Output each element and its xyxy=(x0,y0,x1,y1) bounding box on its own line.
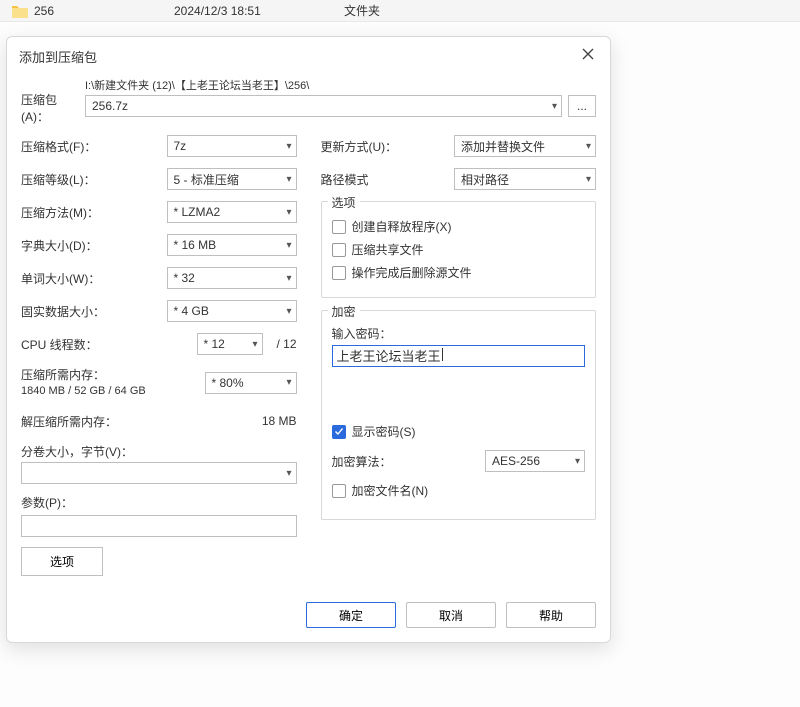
password-input[interactable]: 上老王论坛当老王 xyxy=(332,345,586,367)
chevron-down-icon: ▾ xyxy=(286,306,291,317)
split-combo[interactable]: ▾ xyxy=(21,462,297,484)
encryption-fieldset: 加密 输入密码： 上老王论坛当老王 显示密码(S) 加密算法： AES-256▾ xyxy=(321,310,597,520)
threads-label: CPU 线程数： xyxy=(21,336,197,353)
dialog-title: 添加到压缩包 xyxy=(19,47,97,66)
mem-compress-values: 1840 MB / 52 GB / 64 GB xyxy=(21,383,146,399)
solid-label: 固实数据大小： xyxy=(21,303,167,320)
delete-after-checkbox[interactable] xyxy=(332,266,346,280)
show-password-label: 显示密码(S) xyxy=(352,423,416,440)
file-date: 2024/12/3 18:51 xyxy=(174,4,344,18)
titlebar: 添加到压缩包 xyxy=(7,37,610,73)
dict-value: * 16 MB xyxy=(174,238,217,252)
shared-checkbox[interactable] xyxy=(332,243,346,257)
pathmode-combo[interactable]: 相对路径 ▾ xyxy=(454,168,596,190)
params-input[interactable] xyxy=(21,515,297,537)
delete-after-label: 操作完成后删除源文件 xyxy=(352,264,472,281)
browse-button[interactable]: ... xyxy=(568,95,596,117)
solid-value: * 4 GB xyxy=(174,304,209,318)
mem-percent-value: * 80% xyxy=(212,376,244,390)
help-button[interactable]: 帮助 xyxy=(506,602,596,628)
level-combo[interactable]: 5 - 标准压缩 ▾ xyxy=(167,168,297,190)
mem-decompress-value: 18 MB xyxy=(262,414,297,428)
options-legend: 选项 xyxy=(328,194,360,211)
method-combo[interactable]: * LZMA2 ▾ xyxy=(167,201,297,223)
chevron-down-icon: ▾ xyxy=(552,101,557,112)
mem-compress-label: 压缩所需内存： xyxy=(21,366,146,383)
dict-label: 字典大小(D)： xyxy=(21,237,167,254)
add-to-archive-dialog: 添加到压缩包 压缩包(A)： I:\新建文件夹 (12)\【上老王论坛当老王】\… xyxy=(6,36,611,643)
method-value: * LZMA2 xyxy=(174,205,221,219)
chevron-down-icon: ▾ xyxy=(286,273,291,284)
enc-alg-label: 加密算法： xyxy=(332,453,392,470)
word-combo[interactable]: * 32 ▾ xyxy=(167,267,297,289)
shared-label: 压缩共享文件 xyxy=(352,241,424,258)
cancel-button[interactable]: 取消 xyxy=(406,602,496,628)
file-name: 256 xyxy=(34,4,174,18)
chevron-down-icon: ▾ xyxy=(286,377,291,388)
left-column: 压缩格式(F)： 7z ▾ 压缩等级(L)： 5 - 标准压缩 ▾ 压缩方法(M)：… xyxy=(21,135,297,576)
threads-value: * 12 xyxy=(204,337,225,351)
threads-combo[interactable]: * 12 ▾ xyxy=(197,333,263,355)
options-fieldset: 选项 创建自释放程序(X) 压缩共享文件 操作完成后删除源文件 xyxy=(321,201,597,298)
archive-label: 压缩包(A)： xyxy=(21,77,77,125)
file-list-row[interactable]: 256 2024/12/3 18:51 文件夹 xyxy=(0,0,800,22)
split-label: 分卷大小，字节(V)： xyxy=(21,443,297,460)
chevron-down-icon: ▾ xyxy=(586,174,591,185)
word-value: * 32 xyxy=(174,271,195,285)
chevron-down-icon: ▾ xyxy=(252,339,257,350)
archive-path: I:\新建文件夹 (12)\【上老王论坛当老王】\256\ xyxy=(85,77,596,93)
update-value: 添加并替换文件 xyxy=(461,138,545,155)
encryption-legend: 加密 xyxy=(328,303,360,320)
format-label: 压缩格式(F)： xyxy=(21,138,167,155)
archive-name-combo[interactable]: 256.7z ▾ xyxy=(85,95,562,117)
solid-combo[interactable]: * 4 GB ▾ xyxy=(167,300,297,322)
ok-button[interactable]: 确定 xyxy=(306,602,396,628)
encrypt-names-label: 加密文件名(N) xyxy=(352,482,429,499)
chevron-down-icon: ▾ xyxy=(286,141,291,152)
update-label: 更新方式(U)： xyxy=(321,138,455,155)
params-label: 参数(P)： xyxy=(21,494,297,511)
chevron-down-icon: ▾ xyxy=(575,456,580,467)
chevron-down-icon: ▾ xyxy=(286,240,291,251)
chevron-down-icon: ▾ xyxy=(286,207,291,218)
chevron-down-icon: ▾ xyxy=(586,141,591,152)
chevron-down-icon: ▾ xyxy=(286,468,291,479)
encrypt-names-checkbox[interactable] xyxy=(332,484,346,498)
format-value: 7z xyxy=(174,139,187,153)
enc-alg-value: AES-256 xyxy=(492,454,540,468)
archive-name-value: 256.7z xyxy=(92,99,128,113)
mem-decompress-label: 解压缩所需内存： xyxy=(21,413,262,430)
right-column: 更新方式(U)： 添加并替换文件▾ 路径模式 相对路径▾ 选项 创建自释放程序 xyxy=(321,135,597,576)
word-label: 单词大小(W)： xyxy=(21,270,167,287)
threads-max: / 12 xyxy=(269,337,297,351)
close-button[interactable] xyxy=(576,45,600,67)
show-password-checkbox[interactable] xyxy=(332,425,346,439)
sfx-checkbox[interactable] xyxy=(332,220,346,234)
pathmode-label: 路径模式 xyxy=(321,171,455,188)
close-icon xyxy=(582,48,594,60)
mem-percent-combo[interactable]: * 80% ▾ xyxy=(205,372,297,394)
sfx-label: 创建自释放程序(X) xyxy=(352,218,452,235)
format-combo[interactable]: 7z ▾ xyxy=(167,135,297,157)
pathmode-value: 相对路径 xyxy=(461,171,509,188)
password-label: 输入密码： xyxy=(332,325,586,342)
options-button[interactable]: 选项 xyxy=(21,547,103,576)
level-value: 5 - 标准压缩 xyxy=(174,171,239,188)
update-combo[interactable]: 添加并替换文件 ▾ xyxy=(454,135,596,157)
method-label: 压缩方法(M)： xyxy=(21,204,167,221)
chevron-down-icon: ▾ xyxy=(286,174,291,185)
password-value: 上老王论坛当老王 xyxy=(337,349,441,364)
dict-combo[interactable]: * 16 MB ▾ xyxy=(167,234,297,256)
enc-alg-combo[interactable]: AES-256 ▾ xyxy=(485,450,585,472)
folder-icon xyxy=(12,4,28,18)
dialog-footer: 确定 取消 帮助 xyxy=(7,590,610,642)
file-type: 文件夹 xyxy=(344,2,444,19)
level-label: 压缩等级(L)： xyxy=(21,171,167,188)
